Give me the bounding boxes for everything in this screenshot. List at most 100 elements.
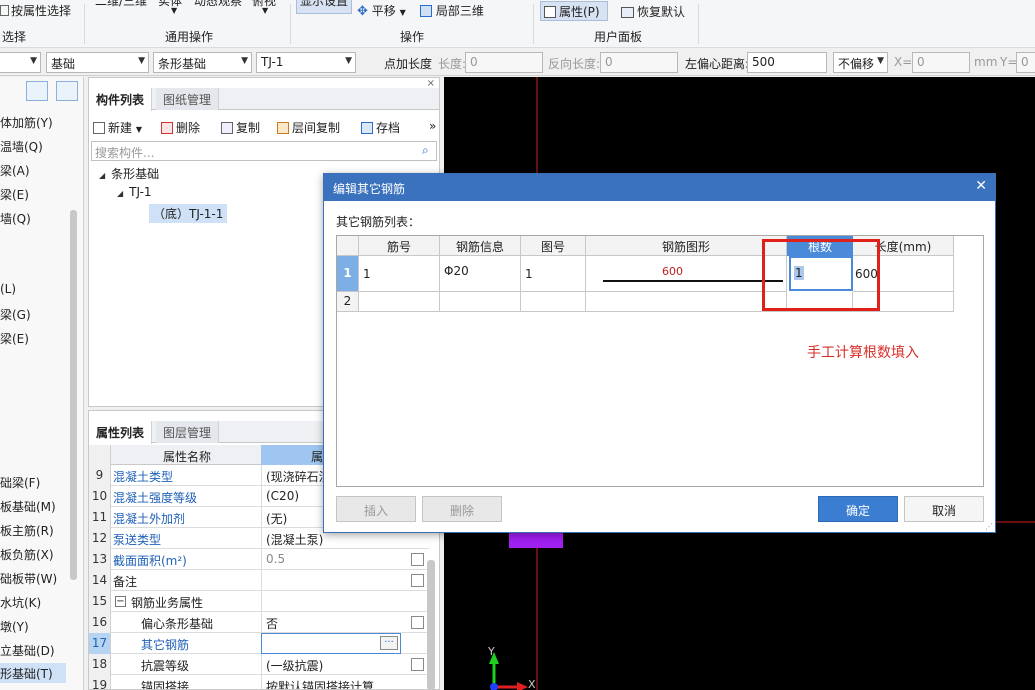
copy-button[interactable]: 复制 xyxy=(221,119,260,136)
new-file-icon xyxy=(93,122,105,134)
cell-bar-shape[interactable] xyxy=(586,292,787,312)
nav-item[interactable]: 础梁(F) xyxy=(0,474,40,491)
floor-copy-button[interactable]: 层间复制 xyxy=(277,119,340,136)
delete-button[interactable]: 删除 xyxy=(422,496,502,522)
2d-3d-button[interactable]: 二维/三维 xyxy=(95,0,147,9)
y-coordinate-field[interactable]: 0 xyxy=(1016,52,1035,73)
local-3d-button[interactable]: 局部三维 xyxy=(420,2,484,19)
bar-shape-line xyxy=(603,280,783,282)
nav-item[interactable]: 础板带(W) xyxy=(0,570,57,587)
cell-bar-shape[interactable]: 600 xyxy=(586,256,787,292)
row-number[interactable]: 2 xyxy=(337,292,359,312)
tab-component-list[interactable]: 构件列表 xyxy=(89,88,153,111)
x-coordinate-field[interactable]: 0 xyxy=(912,52,970,73)
ok-button[interactable]: 确定 xyxy=(818,496,898,522)
cancel-button[interactable]: 取消 xyxy=(904,496,984,522)
tree-node-leaf-selected[interactable]: （底）TJ-1-1 xyxy=(149,204,228,223)
list-view-icon[interactable] xyxy=(26,81,48,101)
nav-item[interactable]: 梁(E) xyxy=(0,330,29,347)
nav-item[interactable]: 板基础(M) xyxy=(0,498,56,515)
grid-view-icon[interactable] xyxy=(56,81,78,101)
foundation-strip-shape[interactable] xyxy=(509,532,563,548)
col-bar-info[interactable]: 钢筋信息 xyxy=(440,236,521,256)
ellipsis-button-icon[interactable]: ··· xyxy=(380,636,398,650)
cell-bar-number[interactable] xyxy=(359,292,440,312)
nav-item[interactable]: 水坑(K) xyxy=(0,594,41,611)
property-checkbox[interactable] xyxy=(411,574,424,587)
property-value[interactable]: 0.5 xyxy=(261,549,401,570)
col-bar-shape[interactable]: 钢筋图形 xyxy=(586,236,787,256)
property-value[interactable] xyxy=(261,591,401,612)
chevron-down-icon: ▼ xyxy=(30,56,37,66)
nav-scrollbar[interactable] xyxy=(70,210,77,580)
archive-button[interactable]: 存档 xyxy=(361,119,400,136)
property-scrollbar[interactable] xyxy=(427,560,435,690)
property-value[interactable]: (一级抗震) xyxy=(261,654,401,675)
nav-item-selected[interactable]: 形基础(T) xyxy=(0,663,66,683)
property-row[interactable]: 13 截面面积(m²) 0.5 xyxy=(89,549,429,570)
resize-grip-icon[interactable]: ⋰ xyxy=(985,522,993,531)
dialog-titlebar[interactable]: 编辑其它钢筋 ✕ xyxy=(324,174,995,201)
tab-layer-management[interactable]: 图层管理 xyxy=(156,421,220,443)
solid-button[interactable]: 实体 xyxy=(158,0,182,9)
component-type-combo[interactable]: 条形基础 ▼ xyxy=(153,52,252,73)
delete-button[interactable]: 删除 xyxy=(161,119,200,136)
restore-default-button[interactable]: 恢复默认 xyxy=(621,3,685,20)
tab-property-list[interactable]: 属性列表 xyxy=(89,421,153,444)
nav-item[interactable]: 墩(Y) xyxy=(0,618,29,635)
nav-item[interactable]: 体加筋(Y) xyxy=(0,114,53,131)
property-row[interactable]: 17 其它钢筋 ··· xyxy=(89,633,429,654)
chevron-down-icon[interactable]: ▼ xyxy=(262,6,268,15)
property-value[interactable] xyxy=(261,570,401,591)
col-shape-number[interactable]: 图号 xyxy=(521,236,586,256)
property-checkbox[interactable] xyxy=(411,658,424,671)
collapse-icon[interactable]: − xyxy=(115,596,126,607)
property-checkbox[interactable] xyxy=(411,553,424,566)
nav-item[interactable]: 板主筋(R) xyxy=(0,522,54,539)
close-icon[interactable]: ✕ xyxy=(975,178,987,194)
nav-item[interactable]: 梁(G) xyxy=(0,306,31,323)
cell-shape-number[interactable] xyxy=(521,292,586,312)
dynamic-orbit-button[interactable]: 动态观察 xyxy=(194,0,242,9)
cell-bar-info[interactable]: Φ20 xyxy=(440,256,521,292)
nav-item[interactable]: 温墙(Q) xyxy=(0,138,43,155)
property-row[interactable]: 15− 钢筋业务属性 xyxy=(89,591,429,612)
nav-item[interactable]: (L) xyxy=(0,282,16,296)
cell-bar-info[interactable] xyxy=(440,292,521,312)
property-value[interactable]: 按默认锚固搭接计算 xyxy=(261,675,401,689)
floor-combo[interactable]: ▼ xyxy=(0,52,41,73)
length-field[interactable]: 0 xyxy=(465,52,543,73)
property-row[interactable]: 19 锚固搭接 按默认锚固搭接计算 xyxy=(89,675,429,689)
property-row[interactable]: 16 偏心条形基础 否 xyxy=(89,612,429,633)
row-number-selected[interactable]: 1 xyxy=(337,256,359,292)
reverse-length-field[interactable]: 0 xyxy=(600,52,678,73)
tree-node-root[interactable]: ◢ 条形基础 xyxy=(99,165,159,182)
property-row[interactable]: 14 备注 xyxy=(89,570,429,591)
category-combo[interactable]: 基础 ▼ xyxy=(46,52,149,73)
left-offset-field[interactable]: 500 xyxy=(747,52,827,73)
component-name-combo[interactable]: TJ-1 ▼ xyxy=(256,52,356,73)
property-checkbox[interactable] xyxy=(411,616,424,629)
property-row[interactable]: 18 抗震等级 (一级抗震) xyxy=(89,654,429,675)
tree-node-child[interactable]: ◢ TJ-1 xyxy=(117,185,152,199)
nav-item[interactable]: 立基础(D) xyxy=(0,642,55,659)
nav-item[interactable]: 墙(Q) xyxy=(0,210,31,227)
property-value[interactable]: 否 xyxy=(261,612,401,633)
tab-drawing-management[interactable]: 图纸管理 xyxy=(156,88,220,110)
edit-other-rebar-dialog: 编辑其它钢筋 ✕ 其它钢筋列表： 筋号 钢筋信息 图号 钢筋图形 根数 长度(m… xyxy=(323,173,996,533)
nav-item[interactable]: 板负筋(X) xyxy=(0,546,54,563)
new-button[interactable]: 新建 ▼ xyxy=(93,119,142,136)
pan-button[interactable]: ✥ 平移 ▼ xyxy=(357,2,406,19)
component-search-input[interactable]: 搜索构件... xyxy=(91,141,437,161)
offset-mode-combo[interactable]: 不偏移 ▼ xyxy=(833,52,888,73)
cell-bar-number[interactable]: 1 xyxy=(359,256,440,292)
col-bar-number[interactable]: 筋号 xyxy=(359,236,440,256)
chevron-down-icon[interactable]: ▼ xyxy=(171,6,177,15)
more-button[interactable]: » xyxy=(429,119,436,133)
select-by-property-button[interactable]: 按属性选择 xyxy=(0,2,71,19)
insert-button[interactable]: 插入 xyxy=(336,496,416,522)
search-icon[interactable]: ⌕ xyxy=(422,143,429,158)
cell-shape-number[interactable]: 1 xyxy=(521,256,586,292)
nav-item[interactable]: 梁(A) xyxy=(0,162,30,179)
nav-item[interactable]: 梁(E) xyxy=(0,186,29,203)
